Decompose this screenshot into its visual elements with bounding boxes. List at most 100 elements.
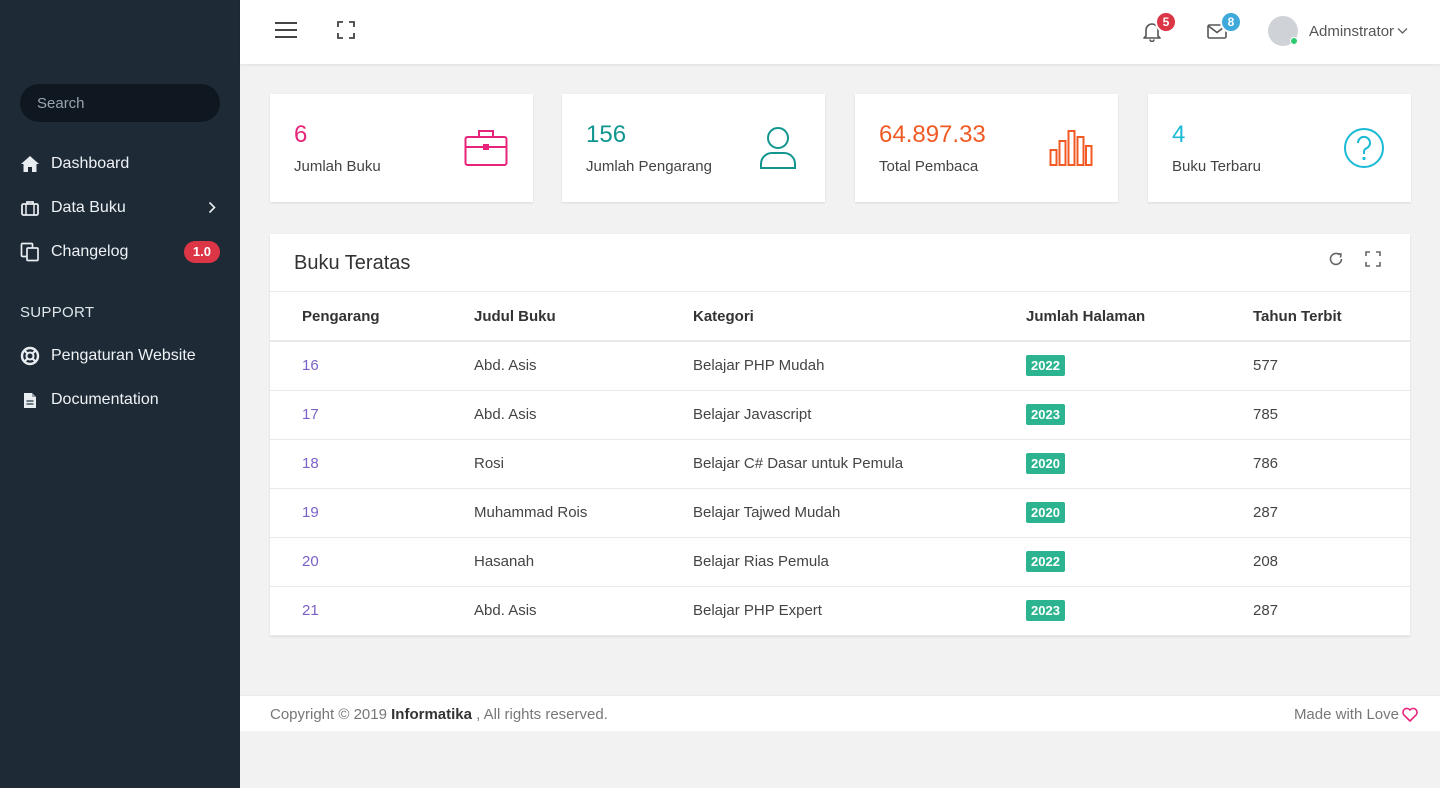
table-cell: Belajar PHP Expert xyxy=(693,586,1026,636)
table-cell: Belajar C# Dasar untuk Pemula xyxy=(693,439,1026,489)
sidebar-item-dashboard[interactable]: Dashboard xyxy=(0,144,240,184)
sidebar-item-pengaturan-website[interactable]: Pengaturan Website xyxy=(0,336,240,376)
sidebar-item-label: Dashboard xyxy=(51,155,130,172)
panel-fullscreen-button[interactable] xyxy=(1364,250,1382,272)
table-cell: Hasanah xyxy=(474,537,693,587)
table-cell: Belajar Javascript xyxy=(693,390,1026,440)
user-name: Adminstrator xyxy=(1309,22,1395,40)
column-header[interactable]: Kategori xyxy=(693,292,1026,342)
home-icon xyxy=(20,154,40,174)
column-header[interactable]: Judul Buku xyxy=(474,292,693,342)
table-cell: Belajar PHP Mudah xyxy=(693,341,1026,391)
sidebar-section-title: SUPPORT xyxy=(20,304,95,321)
table-cell: Belajar Rias Pemula xyxy=(693,537,1026,587)
table-cell: 287 xyxy=(1253,488,1410,538)
messages-button[interactable]: 8 xyxy=(1206,11,1242,44)
stat-card-jumlah-pengarang: 156 Jumlah Pengarang xyxy=(562,94,825,202)
table-row: 21 Abd. Asis Belajar PHP Expert 2023 287 xyxy=(270,586,1410,636)
stat-label: Jumlah Pengarang xyxy=(586,158,712,175)
stat-value: 64.897.33 xyxy=(879,121,986,148)
sidebar-item-changelog[interactable]: Changelog 1.0 xyxy=(0,232,240,272)
user-icon xyxy=(755,126,801,170)
table-cell: 208 xyxy=(1253,537,1410,587)
column-header[interactable]: Tahun Terbit xyxy=(1253,292,1410,342)
table-cell: 786 xyxy=(1253,439,1410,489)
table-row: 20 Hasanah Belajar Rias Pemula 2022 208 xyxy=(270,537,1410,587)
year-badge: 2022 xyxy=(1026,551,1065,572)
sidebar-item-label: Data Buku xyxy=(51,199,126,216)
heart-icon xyxy=(1402,707,1418,722)
chevron-right-icon xyxy=(208,201,216,219)
column-header[interactable]: Pengarang xyxy=(270,292,474,342)
stat-value: 4 xyxy=(1172,121,1186,148)
year-badge: 2022 xyxy=(1026,355,1065,377)
sidebar-item-data-buku[interactable]: Data Buku xyxy=(0,188,240,228)
stat-card-jumlah-buku: 6 Jumlah Buku xyxy=(270,94,533,202)
search-input[interactable] xyxy=(20,84,220,122)
copyright-suffix: , All rights reserved. xyxy=(476,706,608,723)
table-row: 17 Abd. Asis Belajar Javascript 2023 785 xyxy=(270,390,1410,440)
pengarang-link[interactable]: 18 xyxy=(270,439,474,489)
stat-label: Total Pembaca xyxy=(879,158,979,175)
stat-label: Jumlah Buku xyxy=(294,158,381,175)
briefcase-icon xyxy=(463,126,509,170)
expand-icon xyxy=(1365,250,1381,272)
pengarang-link[interactable]: 16 xyxy=(270,341,474,391)
pengarang-link[interactable]: 20 xyxy=(270,537,474,587)
stat-card-buku-terbaru: 4 Buku Terbaru xyxy=(1148,94,1411,202)
sidebar-item-documentation[interactable]: Documentation xyxy=(0,380,240,420)
pengarang-link[interactable]: 19 xyxy=(270,488,474,538)
copy-icon xyxy=(20,242,40,262)
expand-icon xyxy=(337,20,355,44)
bar-chart-icon xyxy=(1048,126,1094,170)
sidebar: Dashboard Data Buku Changelog 1.0 SUPPOR… xyxy=(0,0,240,788)
panel-header: Buku Teratas xyxy=(270,234,1410,292)
sidebar-item-label: Changelog xyxy=(51,243,129,260)
table-cell: 2023 xyxy=(1026,586,1253,636)
table-cell: Muhammad Rois xyxy=(474,488,693,538)
brand-link[interactable]: Informatika xyxy=(391,706,472,723)
stat-value: 156 xyxy=(586,121,627,148)
table-cell: 287 xyxy=(1253,586,1410,636)
sidebar-item-label: Documentation xyxy=(51,391,159,408)
refresh-button[interactable] xyxy=(1327,252,1345,270)
online-status-dot xyxy=(1290,37,1298,45)
table-row: 19 Muhammad Rois Belajar Tajwed Mudah 20… xyxy=(270,488,1410,538)
notifications-button[interactable]: 5 xyxy=(1141,11,1177,44)
table-cell: 2022 xyxy=(1026,537,1253,587)
hamburger-icon xyxy=(274,21,298,44)
pengarang-link[interactable]: 21 xyxy=(270,586,474,636)
made-with-love: Made with Love xyxy=(1294,706,1418,723)
refresh-icon xyxy=(1328,251,1344,272)
table-cell: Rosi xyxy=(474,439,693,489)
year-badge: 2020 xyxy=(1026,502,1065,523)
table-cell: Abd. Asis xyxy=(474,586,693,636)
table-cell: 785 xyxy=(1253,390,1410,440)
year-badge: 2023 xyxy=(1026,600,1065,621)
stat-value: 6 xyxy=(294,121,308,148)
topbar: 5 8 Adminstrator xyxy=(240,0,1440,64)
table-row: 16 Abd. Asis Belajar PHP Mudah 2022 577 xyxy=(270,341,1410,391)
user-menu[interactable]: Adminstrator xyxy=(1268,16,1408,46)
question-icon xyxy=(1341,126,1387,170)
message-count-badge: 8 xyxy=(1220,11,1242,33)
lifebuoy-icon xyxy=(20,346,40,366)
books-table: Pengarang Judul Buku Kategori Jumlah Hal… xyxy=(270,292,1410,636)
pengarang-link[interactable]: 17 xyxy=(270,390,474,440)
table-header-row: Pengarang Judul Buku Kategori Jumlah Hal… xyxy=(270,292,1410,342)
table-row: 18 Rosi Belajar C# Dasar untuk Pemula 20… xyxy=(270,439,1410,489)
sidebar-item-label: Pengaturan Website xyxy=(51,347,196,364)
made-with-text: Made with Love xyxy=(1293,706,1399,723)
table-cell: 577 xyxy=(1253,341,1410,391)
table-cell: Abd. Asis xyxy=(474,341,693,391)
stat-label: Buku Terbaru xyxy=(1172,158,1261,175)
copyright-text: Copyright © 2019 Informatika , All right… xyxy=(270,706,608,723)
fullscreen-button[interactable] xyxy=(333,20,359,44)
document-icon xyxy=(20,390,40,410)
table-cell: Abd. Asis xyxy=(474,390,693,440)
menu-toggle-button[interactable] xyxy=(273,20,299,44)
column-header[interactable]: Jumlah Halaman xyxy=(1026,292,1253,342)
table-cell: 2023 xyxy=(1026,390,1253,440)
briefcase-icon xyxy=(20,198,40,218)
stat-card-total-pembaca: 64.897.33 Total Pembaca xyxy=(855,94,1118,202)
